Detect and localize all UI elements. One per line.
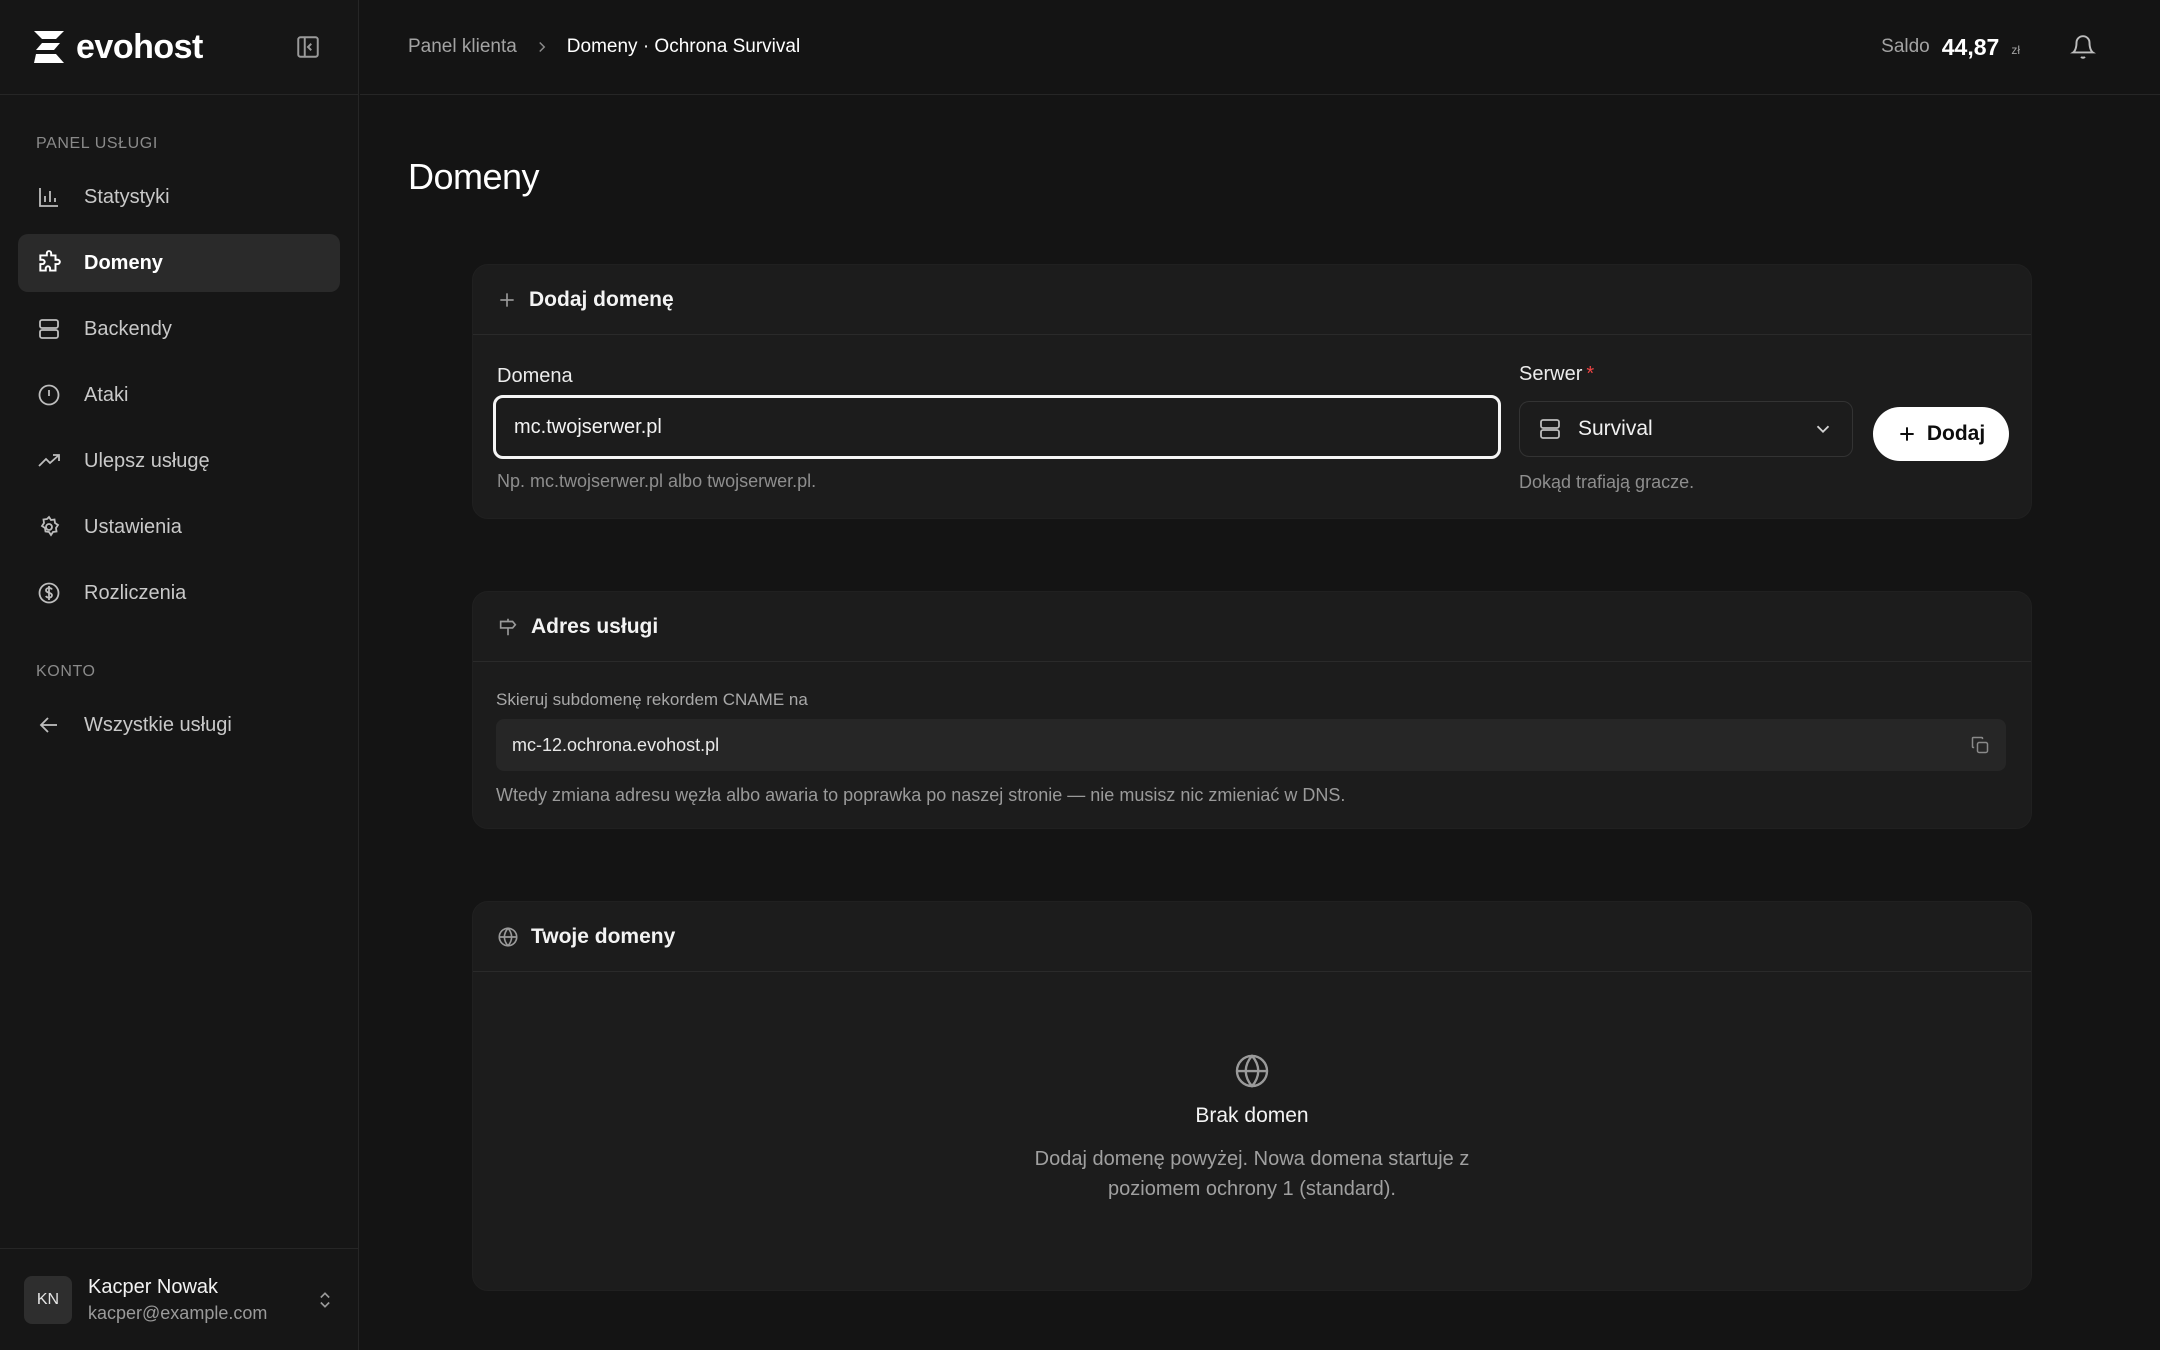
trending-up-icon: [36, 448, 62, 474]
server-icon: [36, 316, 62, 342]
sidebar-item-label: Ulepsz usługę: [84, 449, 210, 472]
section-label-account: KONTO: [36, 663, 96, 680]
balance-label: Saldo: [1881, 36, 1930, 57]
copy-icon: [1971, 736, 1989, 754]
card-header: Adres usługi: [473, 592, 2031, 662]
chevrons-up-down-icon: [320, 1291, 330, 1308]
avatar: KN: [24, 1275, 72, 1324]
card-title: Adres usługi: [531, 614, 659, 638]
server-select-value: Survival: [1578, 417, 1653, 440]
notifications-button[interactable]: [2070, 34, 2096, 60]
bell-icon: [2070, 35, 2096, 59]
sidebar-item-label: Statystyki: [84, 185, 170, 208]
plus-icon: [500, 292, 514, 307]
add-button-label: Dodaj: [1926, 422, 1986, 445]
user-menu[interactable]: KN Kacper Nowak kacper@example.com: [0, 1248, 359, 1350]
sidebar-item-label: Rozliczenia: [84, 581, 187, 604]
domain-input[interactable]: [493, 395, 1501, 459]
your-domains-card: Twoje domeny Brak domen Dodaj domenę pow…: [472, 901, 2032, 1291]
globe-icon: [498, 926, 518, 947]
sidebar-item-ustawienia[interactable]: Ustawienia: [18, 498, 340, 556]
server-label-text: Serwer: [1519, 363, 1583, 385]
plus-icon: [1900, 427, 1914, 441]
sidebar-header: evohost: [0, 0, 358, 95]
user-email: kacper@example.com: [88, 1302, 268, 1323]
card-title: Twoje domeny: [531, 924, 676, 948]
card-header: Twoje domeny: [473, 902, 2031, 972]
sidebar: evohost PANEL USŁUGI Statystyki Domeny B…: [0, 0, 359, 1350]
topbar: Panel klienta Domeny · Ochrona Survival …: [360, 0, 2160, 95]
sidebar-item-label: Ataki: [84, 383, 129, 406]
cname-value[interactable]: mc-12.ochrona.evohost.pl: [512, 735, 1970, 756]
cname-note: Wtedy zmiana adresu węzła albo awaria to…: [496, 785, 1346, 805]
balance-currency: zł: [2011, 43, 2020, 57]
add-domain-button[interactable]: Dodaj: [1873, 407, 2009, 461]
sidebar-collapse-button[interactable]: [292, 31, 324, 63]
sidebar-item-label: Ustawienia: [84, 515, 182, 538]
balance-value: 44,87: [1941, 33, 2000, 60]
breadcrumb: Panel klienta Domeny · Ochrona Survival: [408, 36, 800, 58]
panel-left-icon: [297, 36, 319, 58]
add-domain-card: Dodaj domenę Domena Np. mc.twojserwer.pl…: [472, 264, 2032, 519]
puzzle-icon: [36, 250, 62, 276]
balance: Saldo 44,87 zł: [1881, 34, 2112, 61]
bar-chart-icon: [36, 184, 62, 210]
service-address-card: Adres usługi Skieruj subdomenę rekordem …: [472, 591, 2032, 829]
sidebar-item-label: Backendy: [84, 317, 172, 340]
chevron-right-icon: [539, 41, 546, 53]
domain-label: Domena: [497, 365, 573, 387]
logo[interactable]: evohost: [30, 28, 203, 67]
card-title: Dodaj domenę: [529, 287, 674, 311]
server-hint: Dokąd trafiają gracze.: [1519, 472, 1695, 492]
sidebar-item-domeny[interactable]: Domeny: [18, 234, 340, 292]
breadcrumb-root[interactable]: Panel klienta: [408, 36, 517, 58]
sidebar-item-rozliczenia[interactable]: Rozliczenia: [18, 564, 340, 622]
sidebar-item-label: Domeny: [84, 251, 163, 274]
empty-state: Brak domen Dodaj domenę powyżej. Nowa do…: [473, 1052, 2031, 1204]
dollar-circle-icon: [36, 580, 62, 606]
empty-state-description: Dodaj domenę powyżej. Nowa domena startu…: [1034, 1148, 1470, 1200]
sidebar-item-ataki[interactable]: Ataki: [18, 366, 340, 424]
cname-field: mc-12.ochrona.evohost.pl: [496, 719, 2006, 771]
copy-button[interactable]: [1970, 735, 1990, 755]
signpost-icon: [499, 618, 517, 635]
alert-circle-icon: [36, 382, 62, 408]
user-info: Kacper Nowak kacper@example.com: [88, 1276, 299, 1324]
evohost-logo-icon: [34, 31, 64, 63]
required-marker: *: [1586, 363, 1595, 385]
server-icon: [1540, 419, 1560, 439]
page-title: Domeny: [408, 156, 540, 197]
server-label: Serwer *: [1519, 363, 1594, 386]
sidebar-item-label: Wszystkie usługi: [84, 713, 232, 736]
gear-icon: [36, 514, 62, 540]
sidebar-item-backendy[interactable]: Backendy: [18, 300, 340, 358]
breadcrumb-current: Domeny · Ochrona Survival: [566, 36, 801, 57]
cname-label: Skieruj subdomenę rekordem CNAME na: [496, 690, 808, 709]
user-name: Kacper Nowak: [88, 1275, 219, 1298]
sidebar-item-ulepsz-usluge[interactable]: Ulepsz usługę: [18, 432, 340, 490]
sidebar-item-wszystkie-uslugi[interactable]: Wszystkie usługi: [18, 696, 340, 754]
card-header: Dodaj domenę: [473, 265, 2031, 335]
arrow-left-icon: [36, 712, 62, 738]
empty-state-title: Brak domen: [1195, 1104, 1309, 1127]
section-label-service: PANEL USŁUGI: [36, 135, 158, 152]
chevron-down-icon: [1816, 425, 1830, 434]
globe-icon: [1235, 1054, 1269, 1088]
brand-name: evohost: [76, 27, 203, 66]
domain-hint: Np. mc.twojserwer.pl albo twojserwer.pl.: [497, 471, 817, 491]
sidebar-item-statystyki[interactable]: Statystyki: [18, 168, 340, 226]
server-select[interactable]: Survival: [1519, 401, 1853, 457]
